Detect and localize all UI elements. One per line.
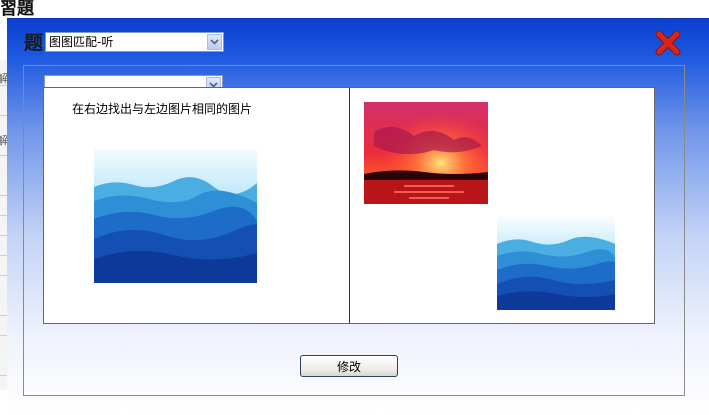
question-type-value: 图图匹配-听 <box>49 35 114 49</box>
modify-button[interactable]: 修改 <box>300 355 398 377</box>
close-button[interactable] <box>655 30 681 56</box>
center-divider <box>349 88 350 323</box>
instruction-text: 在右边找出与左边图片相同的图片 <box>72 102 253 116</box>
dialog-title: 题 <box>24 32 44 54</box>
chevron-down-icon[interactable] <box>207 34 222 50</box>
close-x-icon <box>655 30 681 56</box>
question-dialog: 题 图图匹配-听 在右边找出与左边图片相同的图片 修改 <box>7 18 709 413</box>
matching-area: 在右边找出与左边图片相同的图片 <box>43 87 655 324</box>
option-picture-blue-mountains[interactable] <box>497 214 615 310</box>
left-picture-blue-mountains <box>94 149 257 283</box>
question-type-select[interactable]: 图图匹配-听 <box>45 32 224 52</box>
background-page-title: 習題 <box>0 0 34 19</box>
option-picture-red-sunset[interactable] <box>364 102 488 204</box>
